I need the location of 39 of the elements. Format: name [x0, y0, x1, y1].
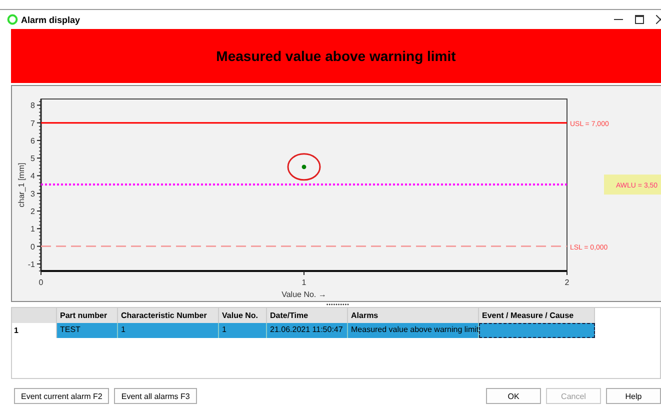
tick-label: 2 — [564, 278, 570, 287]
tick-label: 1 — [30, 224, 35, 234]
y-axis-title: char_1 [mm] — [17, 162, 26, 208]
column-header[interactable]: Date/Time — [267, 308, 348, 323]
warning-tag-background — [604, 174, 661, 195]
column-header[interactable]: Part number — [57, 308, 118, 323]
tick-label: 0 — [30, 242, 35, 252]
table-cell[interactable]: 1 — [118, 323, 219, 338]
x-axis-title: Value No. → — [282, 290, 326, 299]
dialog-button[interactable]: Help — [606, 388, 661, 404]
app-icon — [7, 14, 18, 25]
tick-label: 6 — [30, 136, 35, 146]
row-header[interactable]: 1 — [12, 323, 57, 338]
tick-label: 0 — [38, 278, 44, 287]
tick-label: 8 — [30, 101, 35, 110]
event-button[interactable]: Event current alarm F2 — [14, 388, 110, 404]
column-header[interactable]: Characteristic Number — [118, 308, 219, 323]
tick-label: 7 — [30, 118, 35, 128]
window-title: Alarm display — [21, 14, 80, 24]
tick-label: 1 — [302, 278, 306, 287]
column-header[interactable]: Value No. — [219, 308, 267, 323]
highlight-ring — [287, 153, 321, 181]
table-cell[interactable]: Measured value above warning limit — [348, 323, 479, 338]
alarm-message: Measured value above warning limit — [216, 48, 456, 64]
table-cell[interactable]: TEST — [57, 323, 118, 338]
column-header[interactable]: Event / Measure / Cause — [479, 308, 595, 323]
tick-label: 2 — [30, 207, 35, 216]
splitter-grip[interactable] — [325, 303, 349, 306]
tick-label: 4 — [30, 172, 35, 181]
tick-label: -1 — [28, 260, 35, 269]
tick-label: 3 — [30, 189, 35, 198]
table-cell[interactable] — [479, 323, 595, 338]
tick-label: 5 — [30, 154, 35, 164]
dialog-button[interactable]: OK — [486, 388, 541, 404]
table-cell[interactable]: 1 — [219, 323, 267, 338]
table-cell[interactable]: 21.06.2021 11:50:47 — [267, 323, 348, 338]
column-header[interactable]: Alarms — [348, 308, 479, 323]
event-button[interactable]: Event all alarms F3 — [114, 388, 197, 404]
maximize-icon[interactable] — [635, 15, 644, 24]
